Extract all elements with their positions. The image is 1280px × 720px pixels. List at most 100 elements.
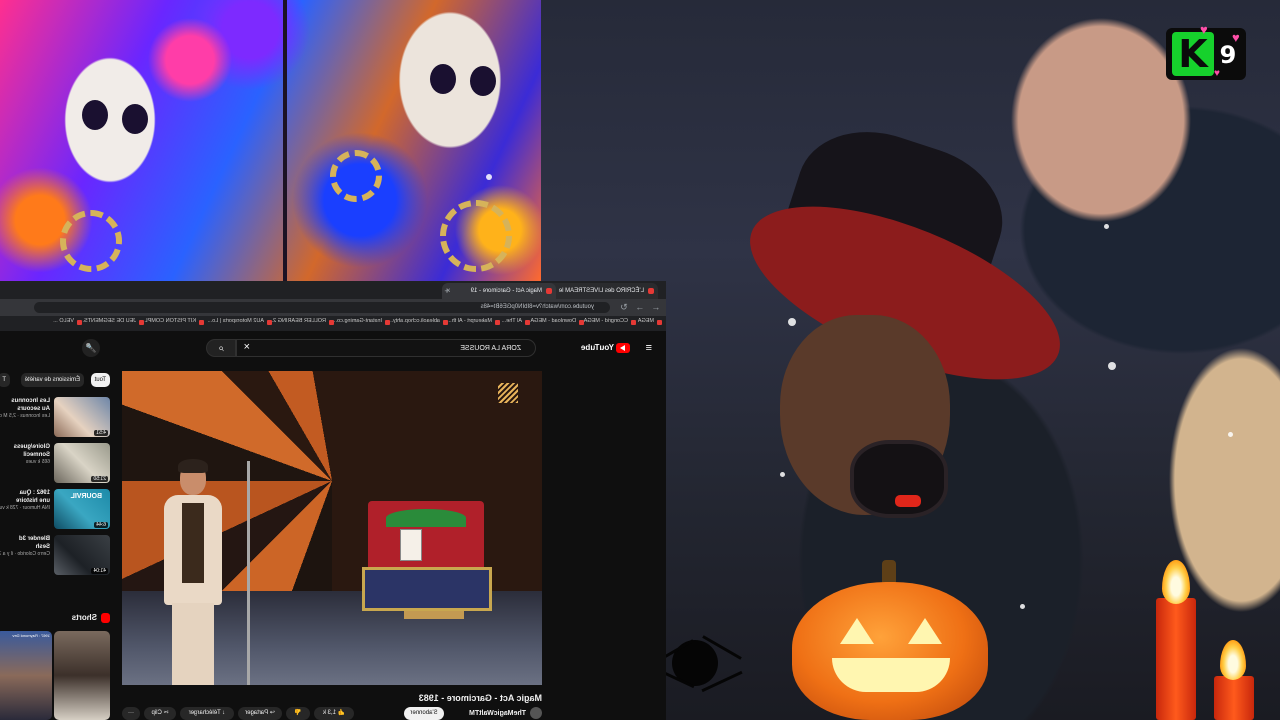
recommendation-item[interactable]: 21:50 Gloire/guess Sonmecil 665 k vues xyxy=(0,443,110,487)
bookmark-item[interactable]: KIT PISTON COMPL... xyxy=(140,318,204,325)
magician-hair xyxy=(178,459,208,473)
snowflake xyxy=(486,174,492,180)
video-duration: 6:44 xyxy=(94,522,108,528)
youtube-header: ≡ YouTube ZORA LA ROUSSE × ⌕ 🎤 xyxy=(0,331,666,363)
candle xyxy=(1214,676,1254,720)
recommendation-item[interactable]: 4:51 Les Inconnus Au secours Les Inconnu… xyxy=(0,397,110,441)
shorts-icon xyxy=(101,613,110,623)
recommendation-title: 1962 : Qua xyxy=(19,490,50,496)
tab-strip: L'ÉCRIRO des LIVESTREAM le × Magic Act -… xyxy=(0,281,666,299)
playing-card xyxy=(400,529,422,561)
like-count: 1,3 k xyxy=(322,710,336,716)
bookmark-item[interactable]: VELO ... xyxy=(53,318,82,325)
headset-light xyxy=(895,495,921,507)
recommendation-title: Les Inconnus xyxy=(11,398,50,404)
share-label: Partager xyxy=(245,710,269,716)
trunk-lining xyxy=(386,509,466,527)
menu-icon[interactable]: ≡ xyxy=(646,342,652,354)
recommendation-item[interactable]: BOURVIL 6:44 1962 : Qua une histoire INA… xyxy=(0,489,110,533)
reload-icon[interactable]: ↻ xyxy=(618,301,630,313)
short-thumbnail[interactable]: 1967 : Raymond Dev xyxy=(0,631,52,720)
browser-window: L'ÉCRIRO des LIVESTREAM le × Magic Act -… xyxy=(0,281,666,720)
bookmark-item[interactable]: Instant-Gaming.co... xyxy=(332,318,390,325)
gear-decoration xyxy=(60,210,122,272)
jack-o-lantern xyxy=(792,582,988,720)
share-icon: ↪ xyxy=(269,710,275,716)
download-button[interactable]: ↓ Télécharger xyxy=(180,707,234,720)
back-icon[interactable]: ← xyxy=(650,301,662,313)
more-actions-button[interactable]: ··· xyxy=(122,707,140,720)
recommendation-item[interactable]: 41:04 Blender 3d Sesh Cerro Colorido · i… xyxy=(0,535,110,579)
video-player[interactable] xyxy=(122,371,542,685)
bookmark-item[interactable]: Makeurprt - Al th... xyxy=(447,318,500,325)
recommendation-subtitle: Sesh xyxy=(35,544,50,550)
recommendation-title: Gloire/guess xyxy=(13,444,50,450)
bookmark-item[interactable]: JEU DE SEGMENTS... xyxy=(79,318,144,325)
bookmark-item[interactable]: MEGA xyxy=(638,318,662,325)
thumb-up-icon: 👍 xyxy=(337,710,346,716)
channel-avatar[interactable] xyxy=(530,707,542,719)
gear-decoration xyxy=(440,200,512,272)
video-duration: 21:50 xyxy=(91,476,108,482)
like-button[interactable]: 👍 1,3 k xyxy=(314,707,354,720)
recommendation-subtitle: Sonmecil xyxy=(23,452,50,458)
share-button[interactable]: ↪ Partager xyxy=(238,707,282,720)
download-label: Télécharger xyxy=(188,710,221,716)
chip-more[interactable]: T xyxy=(0,373,10,387)
pumpkin-mouth xyxy=(832,658,950,692)
search-input[interactable]: ZORA LA ROUSSE xyxy=(236,339,536,357)
clip-button[interactable]: ✂ Clip xyxy=(144,707,176,720)
recommendation-subtitle: une histoire xyxy=(15,498,50,504)
recommendation-title: Blender 3d xyxy=(18,536,50,542)
snowflake xyxy=(1228,432,1233,437)
clear-search-icon[interactable]: × xyxy=(244,341,250,353)
thumbnail-badge: BOURVIL xyxy=(70,493,102,500)
heart-icon: ♥ xyxy=(1214,68,1220,79)
tab-label: L'ÉCRIRO des LIVESTREAM le xyxy=(558,288,644,294)
bookmark-item[interactable]: CCongrid - MEGA xyxy=(584,318,636,325)
recommendation-meta: Cerro Colorido · il y a 7 mois xyxy=(0,551,50,557)
address-bar-row: ← → ↻ youtube.com/watch?v=8IbIN0pGE6Bt=4… xyxy=(0,299,666,316)
bookmark-item[interactable]: ableaoli.cchop.ahty... xyxy=(389,318,448,325)
snowflake xyxy=(788,318,796,326)
browser-tab-active[interactable]: Magic Act - Garcimore - 19 × xyxy=(442,283,556,299)
snowflake xyxy=(1104,224,1109,229)
url-field[interactable]: youtube.com/watch?v=8IbIN0pGE6Bt=48s xyxy=(34,302,610,313)
forward-icon[interactable]: → xyxy=(634,301,646,313)
youtube-favicon-icon xyxy=(648,288,654,294)
bookmark-item[interactable]: Al The... xyxy=(502,318,530,325)
bookmark-item[interactable]: Download - MEGA xyxy=(530,318,584,325)
short-thumbnail[interactable] xyxy=(54,631,110,720)
trunk-base xyxy=(362,567,492,611)
snowflake xyxy=(1020,604,1025,609)
new-tab-button[interactable]: + xyxy=(440,283,454,299)
skull-eye xyxy=(82,100,108,130)
snowflake xyxy=(780,472,785,477)
subscribe-button[interactable]: S'abonner xyxy=(404,707,444,720)
recommendation-meta: Les Inconnus · 2,5 M de vues xyxy=(0,413,50,419)
browser-tab[interactable]: L'ÉCRIRO des LIVESTREAM le × xyxy=(544,283,658,299)
stage-light xyxy=(498,383,518,403)
voice-search-icon[interactable]: 🎤 xyxy=(82,339,100,357)
channel-name[interactable]: TheMagicWaltTM xyxy=(469,707,526,720)
short-caption: 1967 : Raymond Dev xyxy=(12,633,50,638)
mural-split xyxy=(283,0,287,281)
youtube-logo-text[interactable]: YouTube xyxy=(581,342,614,354)
bookmark-item[interactable]: AU2 Motorsports | Lo... xyxy=(208,318,272,325)
search-button[interactable]: ⌕ xyxy=(206,339,236,357)
mural-artwork xyxy=(0,0,541,281)
video-duration: 4:51 xyxy=(94,430,108,436)
candle xyxy=(1156,598,1196,720)
magician-vest xyxy=(182,503,204,583)
snowflake xyxy=(1108,362,1116,370)
shorts-header: Shorts xyxy=(0,611,110,625)
recommendation-meta: 665 k vues xyxy=(25,459,50,465)
chip-variety[interactable]: Émissions de variété xyxy=(20,373,84,387)
video-title: Magic Act - Garcimore - 1983 xyxy=(418,693,542,703)
dislike-button[interactable]: 👎 xyxy=(286,707,310,720)
youtube-favicon-icon xyxy=(546,288,552,294)
filter-chips: Tout Émissions de variété T xyxy=(0,373,110,387)
channel-logo-letter: K xyxy=(1172,32,1214,76)
bookmark-item[interactable]: ROLLER BEARING 2... xyxy=(269,318,334,325)
chip-all[interactable]: Tout xyxy=(90,373,110,387)
